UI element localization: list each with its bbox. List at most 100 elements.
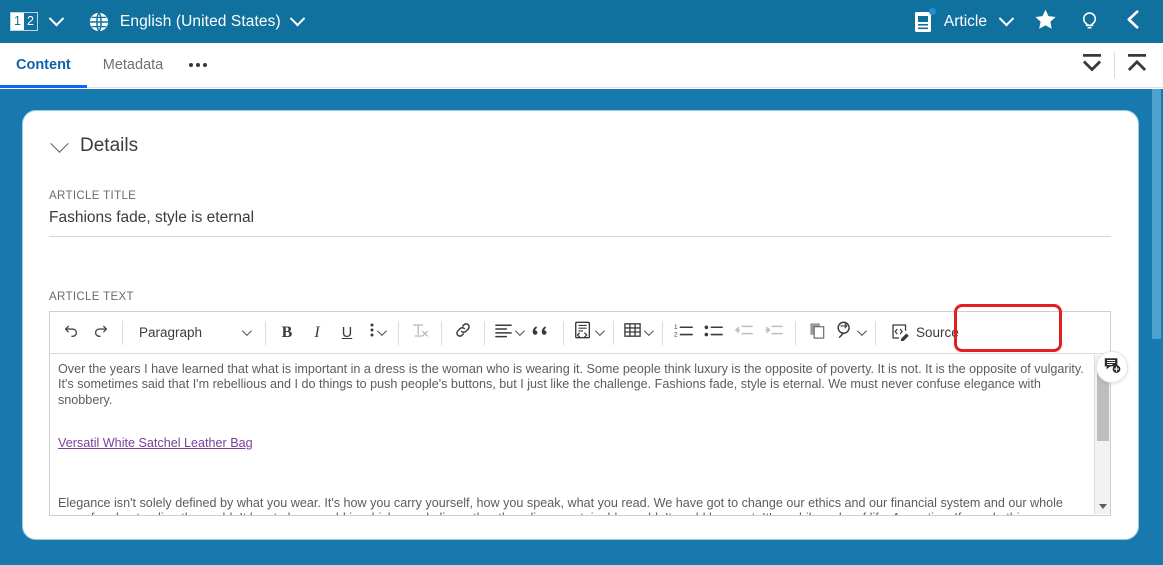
editor-paragraph-1: Over the years I have learned that what … [58,362,1084,407]
divider [265,320,266,345]
version-badge[interactable]: 1 2 [10,12,38,31]
collapse-all-button[interactable] [1070,43,1114,88]
divider [441,320,442,345]
find-replace-button[interactable] [832,318,869,348]
redo-icon [92,321,110,344]
alignment-button[interactable] [491,318,527,348]
document-icon [911,7,936,34]
quote-icon [532,323,552,342]
divider [484,320,485,345]
divider [563,320,564,345]
link-button[interactable] [448,318,478,348]
divider [875,320,876,345]
svg-text:1: 1 [674,324,678,331]
scrollbar-thumb[interactable] [1097,373,1109,441]
divider [662,320,663,345]
editor-text-body[interactable]: Over the years I have learned that what … [50,354,1094,515]
dot [189,63,194,67]
find-replace-icon [835,320,855,345]
chevron-down-icon [998,10,1014,27]
more-formatting-button[interactable] [362,318,392,348]
copy-icon [808,321,827,345]
collapse-panel-button[interactable] [1111,0,1155,43]
tab-content[interactable]: Content [0,43,87,88]
version-current: 1 [11,13,24,30]
chevron-down-icon [241,326,252,337]
underline-button[interactable]: U [332,318,362,348]
chevron-down-icon [643,326,654,337]
tab-metadata-label: Metadata [102,57,164,73]
chevron-down-icon [289,10,306,27]
undo-button[interactable] [56,318,86,348]
vertical-dots-icon [369,321,375,344]
chevron-left-icon [1121,7,1146,37]
star-icon [1033,7,1058,37]
favorite-button[interactable] [1023,0,1067,43]
chevron-down-icon [514,326,525,337]
language-label: English (United States) [119,12,281,30]
tab-metadata[interactable]: Metadata [87,43,179,88]
source-button[interactable]: Source [882,318,967,348]
expand-all-button[interactable] [1115,43,1159,88]
paragraph-format-select[interactable]: Paragraph [129,318,259,348]
page-scrollbar-thumb[interactable] [1152,89,1161,339]
blockquote-button[interactable] [527,318,557,348]
bold-button[interactable]: B [272,318,302,348]
align-left-icon [494,322,513,343]
hint-button[interactable] [1067,0,1111,43]
add-comment-icon [1103,356,1121,379]
chevron-down-icon [376,326,387,337]
numbered-list-button[interactable]: 1 2 [669,318,699,348]
top-bar-right: Article [911,0,1163,43]
content-type-dropdown-button[interactable] [989,0,1023,43]
dot [196,63,201,67]
version-dropdown-button[interactable] [40,0,74,43]
tab-bar: Content Metadata [0,43,1163,88]
table-icon [623,321,642,344]
outdent-icon [734,322,754,343]
paragraph-format-value: Paragraph [139,325,203,340]
details-section-title: Details [80,135,139,156]
scroll-down-button[interactable] [1095,498,1111,514]
bulleted-list-button[interactable] [699,318,729,348]
svg-text:2: 2 [674,331,678,338]
source-button-highlight [954,304,1062,352]
globe-icon [88,11,110,33]
source-button-label: Source [916,325,959,340]
italic-button[interactable]: I [302,318,332,348]
divider [398,320,399,345]
article-text-label: ARTICLE TEXT [49,291,134,303]
article-product-link[interactable]: Versatil White Satchel Leather Bag [58,436,253,450]
tab-overflow-button[interactable] [179,43,217,88]
divider [613,320,614,345]
outdent-button[interactable] [729,318,759,348]
language-dropdown-button[interactable] [281,0,315,43]
editor-content-area[interactable]: Over the years I have learned that what … [50,354,1110,515]
expand-all-icon [1122,51,1152,80]
top-bar-left: 1 2 English (United States) [0,0,315,43]
source-code-icon [890,322,909,344]
redo-button[interactable] [86,318,116,348]
remove-format-button[interactable] [405,318,435,348]
details-section-header[interactable]: Details [50,133,139,157]
undo-icon [62,321,80,344]
content-type-label: Article [943,12,987,30]
table-button[interactable] [620,318,656,348]
details-card: Details ARTICLE TITLE Fashions fade, sty… [22,110,1139,540]
editor-toolbar: Paragraph B I U 1 2 Source [50,304,1110,354]
add-comment-button[interactable] [1096,351,1128,383]
html-embed-button[interactable] [570,318,607,348]
chevron-down-icon [50,133,69,153]
indent-button[interactable] [759,318,789,348]
chevron-down-icon [856,326,867,337]
paste-from-office-button[interactable] [802,318,832,348]
chevron-down-icon [49,10,65,27]
divider [795,320,796,345]
page-scrollbar[interactable] [1150,89,1163,565]
page-body: Details ARTICLE TITLE Fashions fade, sty… [0,89,1163,565]
collapse-all-icon [1077,51,1107,80]
article-title-input[interactable]: Fashions fade, style is eternal [49,209,1111,237]
